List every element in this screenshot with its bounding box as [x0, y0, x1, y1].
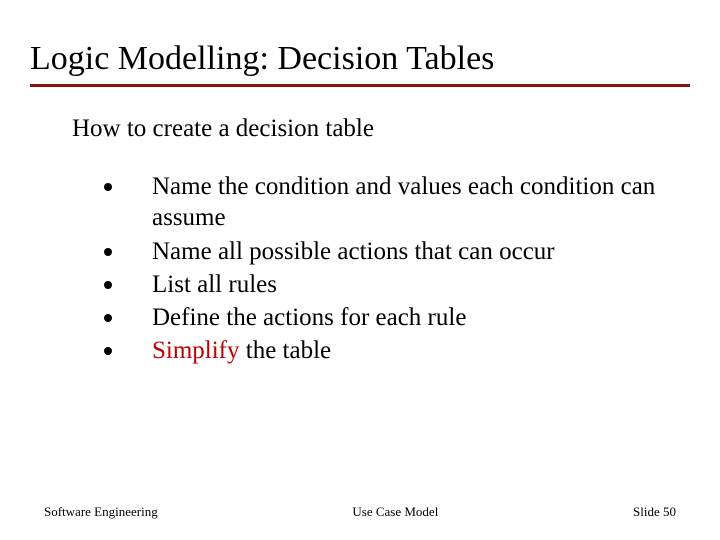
footer-right: Slide 50: [633, 504, 676, 520]
bullet-text-tail: the table: [240, 337, 332, 364]
list-item: Define the actions for each rule: [104, 302, 670, 333]
highlight-word: Simplify: [152, 337, 240, 364]
bullet-icon: [104, 248, 112, 256]
bullet-text: Name the condition and values each condi…: [152, 171, 670, 234]
bullet-text: Simplify the table: [152, 335, 331, 366]
footer-center: Use Case Model: [352, 504, 438, 520]
slide-footer: Software Engineering Use Case Model Slid…: [0, 504, 720, 520]
bullet-text: List all rules: [152, 269, 277, 300]
footer-left: Software Engineering: [44, 504, 158, 520]
bullet-list: Name the condition and values each condi…: [104, 171, 670, 367]
bullet-icon: [104, 183, 112, 191]
list-item: Name all possible actions that can occur: [104, 236, 670, 267]
bullet-text: Define the actions for each rule: [152, 302, 466, 333]
slide-subtitle: How to create a decision table: [72, 115, 690, 143]
list-item: Simplify the table: [104, 335, 670, 366]
list-item: Name the condition and values each condi…: [104, 171, 670, 234]
slide-title: Logic Modelling: Decision Tables: [30, 40, 690, 87]
bullet-icon: [104, 281, 112, 289]
bullet-icon: [104, 314, 112, 322]
list-item: List all rules: [104, 269, 670, 300]
bullet-text: Name all possible actions that can occur: [152, 236, 555, 267]
bullet-icon: [104, 347, 112, 355]
slide: Logic Modelling: Decision Tables How to …: [0, 0, 720, 540]
